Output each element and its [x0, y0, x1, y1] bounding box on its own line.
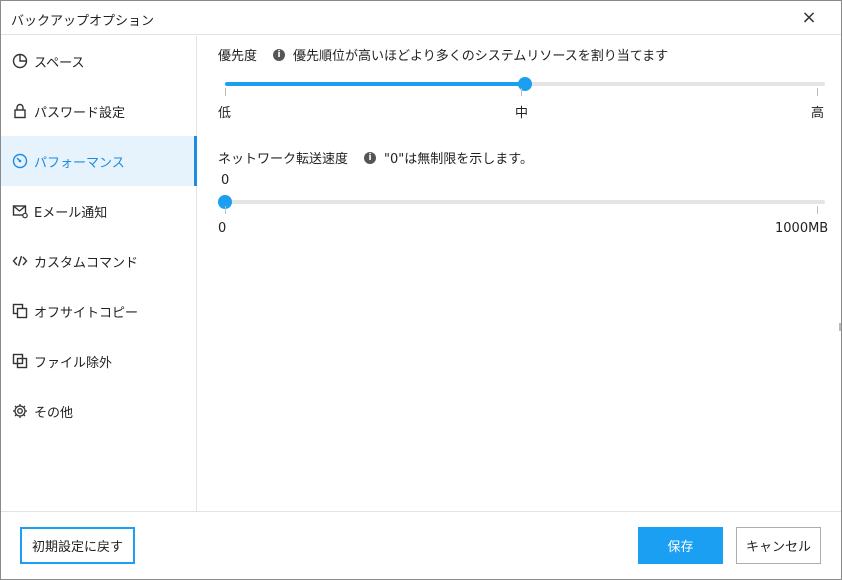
backup-options-dialog: バックアップオプション × スペース パスワード設定 パフォーマンス Eメール通… — [0, 0, 842, 580]
priority-row: 優先度 i 優先順位が高いほどより多くのシステムリソースを割り当てます — [218, 45, 668, 64]
pie-chart-icon — [11, 52, 29, 70]
gear-icon — [11, 402, 29, 420]
copy-icon — [11, 302, 29, 320]
priority-tick-mid — [521, 88, 522, 96]
priority-mid-label: 中 — [515, 106, 529, 121]
priority-tick-min — [225, 88, 226, 96]
sidebar-item-label: その他 — [34, 405, 74, 421]
mail-bell-icon — [11, 202, 29, 220]
priority-hint: 優先順位が高いほどより多くのシステムリソースを割り当てます — [293, 49, 669, 64]
priority-max-label: 高 — [811, 106, 825, 121]
network-speed-hint: "0"は無制限を示します。 — [384, 152, 533, 167]
close-icon[interactable]: × — [799, 8, 819, 28]
dialog-footer: 初期設定に戻す 保存 キャンセル — [1, 511, 841, 579]
network-speed-current-value: 0 — [221, 173, 230, 188]
network-speed-slider-track[interactable] — [218, 195, 825, 209]
sidebar-item-label: Eメール通知 — [34, 205, 108, 221]
priority-slider-fill — [225, 82, 525, 86]
sidebar-item-label: ファイル除外 — [34, 355, 113, 371]
sidebar-item-offsite-copy[interactable]: オフサイトコピー — [1, 286, 197, 336]
sidebar-item-file-exclusion[interactable]: ファイル除外 — [1, 336, 197, 386]
save-button[interactable]: 保存 — [638, 527, 723, 564]
network-tick-min — [225, 206, 226, 214]
speedometer-icon — [11, 152, 29, 170]
resize-handle[interactable] — [839, 323, 841, 331]
info-icon: i — [364, 151, 377, 164]
sidebar-item-label: スペース — [34, 55, 85, 71]
sidebar-item-other[interactable]: その他 — [1, 386, 197, 436]
network-min-label: 0 — [218, 221, 227, 236]
title-bar: バックアップオプション × — [1, 1, 841, 35]
network-tick-max — [817, 206, 818, 214]
sidebar-item-space[interactable]: スペース — [1, 36, 197, 86]
sidebar: スペース パスワード設定 パフォーマンス Eメール通知 カスタムコマンド オフサ… — [1, 36, 197, 511]
priority-tick-max — [817, 88, 818, 96]
reset-defaults-button[interactable]: 初期設定に戻す — [20, 527, 135, 564]
priority-slider-track[interactable] — [225, 77, 825, 91]
sidebar-item-label: カスタムコマンド — [34, 255, 139, 271]
network-max-label: 1000MB — [775, 221, 829, 236]
priority-label: 優先度 — [218, 49, 258, 64]
cancel-button[interactable]: キャンセル — [736, 527, 821, 564]
sidebar-item-label: パフォーマンス — [34, 155, 125, 171]
network-speed-label: ネットワーク転送速度 — [218, 152, 349, 167]
window-title: バックアップオプション — [11, 14, 155, 29]
info-icon: i — [273, 48, 286, 61]
network-speed-row: ネットワーク転送速度 i "0"は無制限を示します。 — [218, 148, 533, 167]
sidebar-item-custom-command[interactable]: カスタムコマンド — [1, 236, 197, 286]
sidebar-item-performance[interactable]: パフォーマンス — [1, 136, 197, 186]
lock-icon — [11, 102, 29, 120]
exclude-icon — [11, 352, 29, 370]
priority-min-label: 低 — [218, 106, 232, 121]
performance-panel: 優先度 i 優先順位が高いほどより多くのシステムリソースを割り当てます 低 中 … — [198, 36, 841, 511]
sidebar-item-email-notification[interactable]: Eメール通知 — [1, 186, 197, 236]
code-icon — [11, 252, 29, 270]
sidebar-item-label: パスワード設定 — [34, 105, 126, 121]
sidebar-item-password[interactable]: パスワード設定 — [1, 86, 197, 136]
sidebar-item-label: オフサイトコピー — [34, 305, 139, 321]
